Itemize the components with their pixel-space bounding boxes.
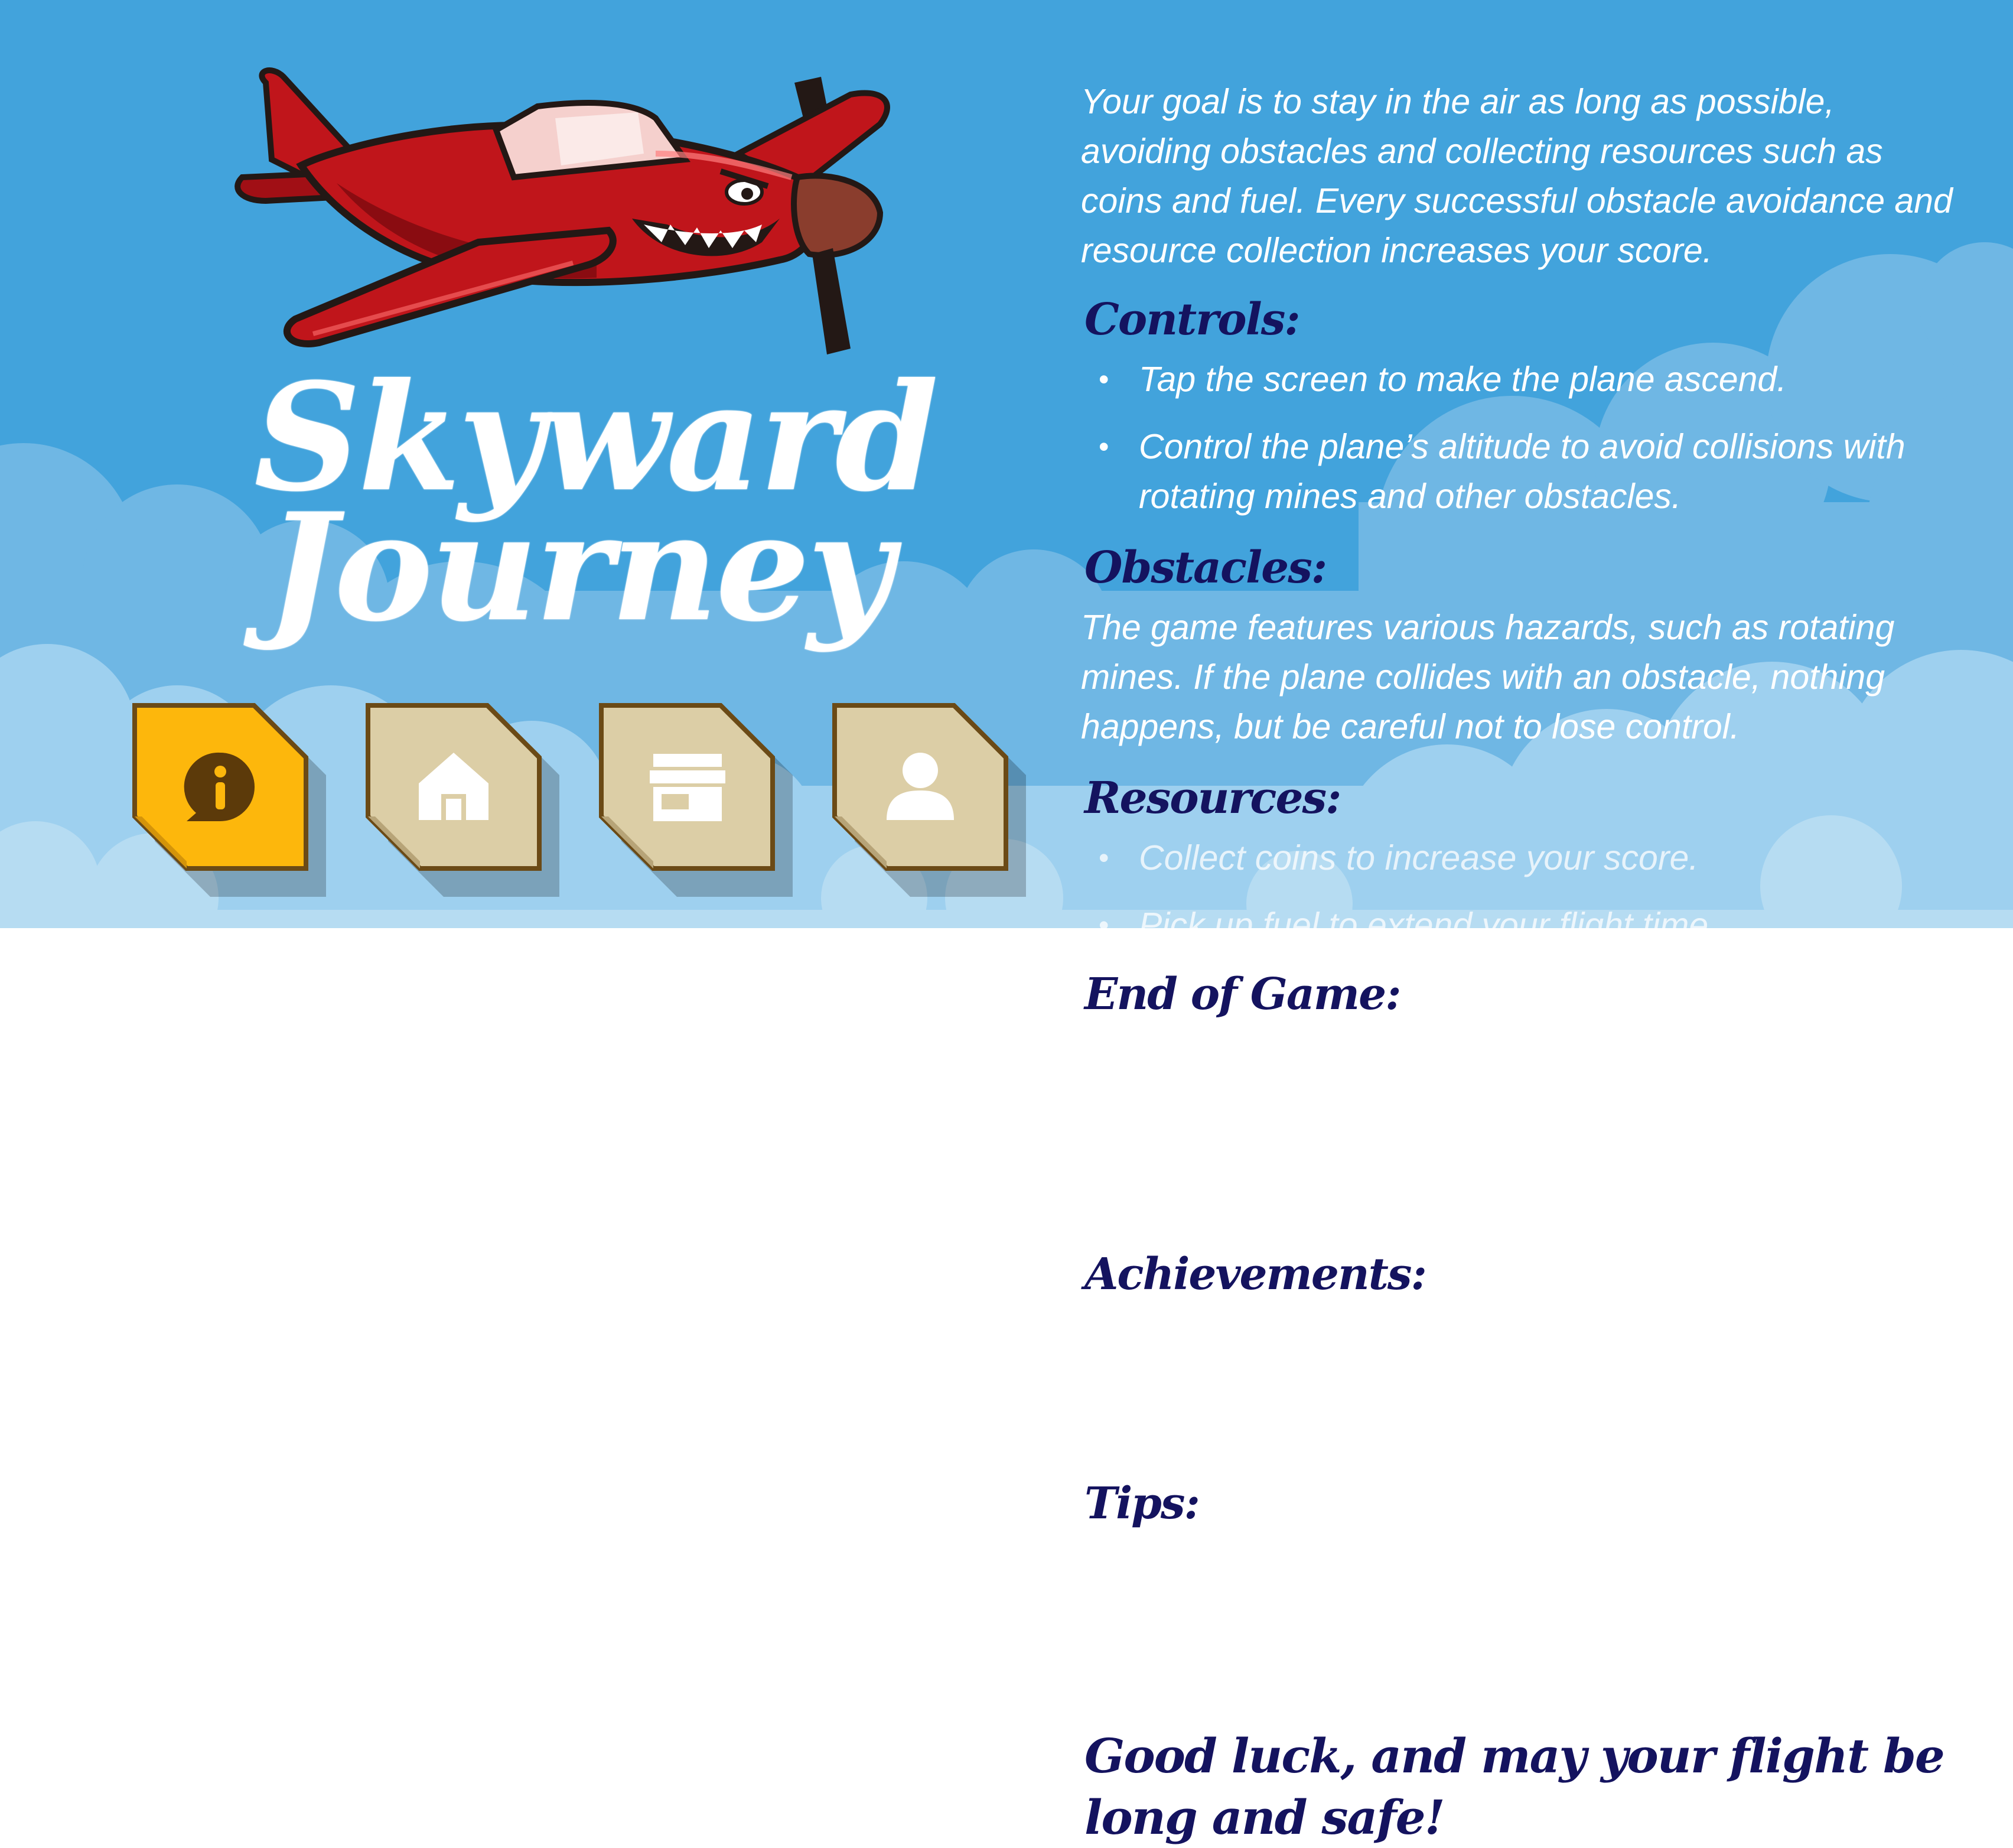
shop-button[interactable] bbox=[598, 702, 793, 897]
controls-list: Tap the screen to make the plane ascend.… bbox=[1099, 354, 2013, 539]
shark-plane-illustration bbox=[234, 67, 890, 354]
resources-list: Collect coins to increase your score. Pi… bbox=[1099, 833, 1718, 928]
controls-item: Tap the screen to make the plane ascend. bbox=[1099, 354, 2013, 404]
info-icon bbox=[184, 752, 255, 821]
resources-item: Collect coins to increase your score. bbox=[1099, 833, 1718, 883]
tips-heading: Tips: bbox=[1084, 1478, 1200, 1529]
obstacles-text: The game features various hazards, such … bbox=[1081, 608, 1895, 746]
game-screen: Skyward Journey Your goal is to stay in … bbox=[0, 0, 2013, 1845]
controls-heading: Controls: bbox=[1084, 294, 1301, 345]
closing-message: Good luck, and may your flight be long a… bbox=[1084, 1728, 1945, 1845]
info-button[interactable] bbox=[131, 702, 326, 897]
resources-item: Pick up fuel to extend your flight time. bbox=[1099, 900, 1718, 928]
home-button[interactable] bbox=[364, 702, 559, 897]
rules-intro-block: Your goal is to stay in the air as long … bbox=[1081, 77, 1955, 275]
end-of-game-heading: End of Game: bbox=[1084, 969, 1402, 1020]
profile-button[interactable] bbox=[831, 702, 1026, 897]
game-title: Skyward Journey bbox=[254, 363, 939, 654]
resources-heading: Resources: bbox=[1084, 773, 1342, 824]
sky-background: Skyward Journey Your goal is to stay in … bbox=[0, 0, 2013, 928]
obstacles-heading: Obstacles: bbox=[1084, 542, 1327, 593]
achievements-heading: Achievements: bbox=[1084, 1249, 1427, 1300]
rules-intro: Your goal is to stay in the air as long … bbox=[1081, 82, 1953, 270]
shop-icon bbox=[650, 754, 725, 821]
controls-item: Control the plane’s altitude to avoid co… bbox=[1099, 422, 2013, 521]
game-title-line2: Journey bbox=[266, 480, 894, 654]
